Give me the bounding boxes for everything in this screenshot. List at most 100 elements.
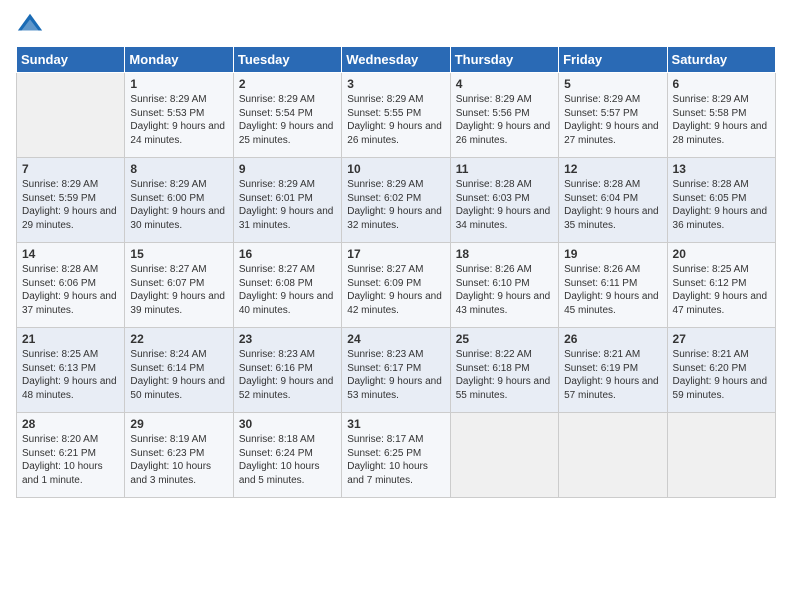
day-info: Sunrise: 8:18 AMSunset: 6:24 PMDaylight:…	[239, 433, 336, 487]
day-cell: 27 Sunrise: 8:21 AMSunset: 6:20 PMDayligh…	[667, 328, 775, 413]
day-info: Sunrise: 8:23 AMSunset: 6:17 PMDaylight:…	[347, 348, 444, 402]
day-cell: 1 Sunrise: 8:29 AMSunset: 5:53 PMDaylight…	[125, 73, 233, 158]
day-number: 24	[347, 332, 444, 346]
day-cell: 13Sunrise: 8:28 AMSunset: 6:05 PMDayligh…	[667, 158, 775, 243]
day-number: 7	[22, 162, 119, 176]
day-cell: 11Sunrise: 8:28 AMSunset: 6:03 PMDayligh…	[450, 158, 558, 243]
day-number: 30	[239, 417, 336, 431]
day-number: 2	[239, 77, 336, 91]
day-cell: 19 Sunrise: 8:26 AMSunset: 6:11 PMDayligh…	[559, 243, 667, 328]
day-number: 21	[22, 332, 119, 346]
day-number: 18	[456, 247, 553, 261]
logo	[16, 10, 48, 38]
day-info: Sunrise: 8:26 AMSunset: 6:11 PMDaylight:…	[564, 263, 661, 317]
day-number: 12	[564, 162, 661, 176]
day-cell: 23 Sunrise: 8:23 AMSunset: 6:16 PMDayligh…	[233, 328, 341, 413]
calendar-table: SundayMondayTuesdayWednesdayThursdayFrid…	[16, 46, 776, 498]
day-number: 10	[347, 162, 444, 176]
day-number: 31	[347, 417, 444, 431]
day-info: Sunrise: 8:27 AMSunset: 6:09 PMDaylight:…	[347, 263, 444, 317]
day-cell: 24 Sunrise: 8:23 AMSunset: 6:17 PMDayligh…	[342, 328, 450, 413]
day-cell: 28 Sunrise: 8:20 AMSunset: 6:21 PMDayligh…	[17, 413, 125, 498]
day-number: 17	[347, 247, 444, 261]
day-cell: 29 Sunrise: 8:19 AMSunset: 6:23 PMDayligh…	[125, 413, 233, 498]
weekday-header-saturday: Saturday	[667, 47, 775, 73]
day-info: Sunrise: 8:21 AMSunset: 6:19 PMDaylight:…	[564, 348, 661, 402]
day-number: 28	[22, 417, 119, 431]
day-info: Sunrise: 8:29 AMSunset: 5:56 PMDaylight:…	[456, 93, 553, 147]
day-cell: 20 Sunrise: 8:25 AMSunset: 6:12 PMDayligh…	[667, 243, 775, 328]
day-number: 25	[456, 332, 553, 346]
weekday-header-monday: Monday	[125, 47, 233, 73]
day-info: Sunrise: 8:29 AMSunset: 5:55 PMDaylight:…	[347, 93, 444, 147]
week-row-3: 14 Sunrise: 8:28 AMSunset: 6:06 PMDayligh…	[17, 243, 776, 328]
day-cell: 30 Sunrise: 8:18 AMSunset: 6:24 PMDayligh…	[233, 413, 341, 498]
day-cell: 8 Sunrise: 8:29 AMSunset: 6:00 PMDaylight…	[125, 158, 233, 243]
day-number: 22	[130, 332, 227, 346]
day-info: Sunrise: 8:28 AMSunset: 6:05 PMDaylight:…	[673, 178, 770, 232]
day-info: Sunrise: 8:27 AMSunset: 6:08 PMDaylight:…	[239, 263, 336, 317]
week-row-2: 7 Sunrise: 8:29 AMSunset: 5:59 PMDaylight…	[17, 158, 776, 243]
day-cell: 21Sunrise: 8:25 AMSunset: 6:13 PMDayligh…	[17, 328, 125, 413]
day-cell	[450, 413, 558, 498]
weekday-header-friday: Friday	[559, 47, 667, 73]
day-number: 5	[564, 77, 661, 91]
day-info: Sunrise: 8:29 AMSunset: 6:01 PMDaylight:…	[239, 178, 336, 232]
day-cell: 2 Sunrise: 8:29 AMSunset: 5:54 PMDaylight…	[233, 73, 341, 158]
day-number: 27	[673, 332, 770, 346]
day-cell	[667, 413, 775, 498]
day-info: Sunrise: 8:29 AMSunset: 5:57 PMDaylight:…	[564, 93, 661, 147]
day-info: Sunrise: 8:28 AMSunset: 6:04 PMDaylight:…	[564, 178, 661, 232]
day-cell	[17, 73, 125, 158]
day-info: Sunrise: 8:23 AMSunset: 6:16 PMDaylight:…	[239, 348, 336, 402]
day-number: 14	[22, 247, 119, 261]
day-info: Sunrise: 8:20 AMSunset: 6:21 PMDaylight:…	[22, 433, 119, 487]
day-number: 4	[456, 77, 553, 91]
day-info: Sunrise: 8:26 AMSunset: 6:10 PMDaylight:…	[456, 263, 553, 317]
day-number: 16	[239, 247, 336, 261]
day-cell: 3 Sunrise: 8:29 AMSunset: 5:55 PMDaylight…	[342, 73, 450, 158]
day-number: 1	[130, 77, 227, 91]
day-info: Sunrise: 8:29 AMSunset: 5:59 PMDaylight:…	[22, 178, 119, 232]
day-info: Sunrise: 8:28 AMSunset: 6:06 PMDaylight:…	[22, 263, 119, 317]
day-info: Sunrise: 8:29 AMSunset: 5:58 PMDaylight:…	[673, 93, 770, 147]
day-info: Sunrise: 8:22 AMSunset: 6:18 PMDaylight:…	[456, 348, 553, 402]
weekday-header-wednesday: Wednesday	[342, 47, 450, 73]
day-number: 19	[564, 247, 661, 261]
day-info: Sunrise: 8:29 AMSunset: 6:00 PMDaylight:…	[130, 178, 227, 232]
day-info: Sunrise: 8:21 AMSunset: 6:20 PMDaylight:…	[673, 348, 770, 402]
day-info: Sunrise: 8:29 AMSunset: 6:02 PMDaylight:…	[347, 178, 444, 232]
day-number: 29	[130, 417, 227, 431]
day-cell: 31Sunrise: 8:17 AMSunset: 6:25 PMDayligh…	[342, 413, 450, 498]
day-cell: 16 Sunrise: 8:27 AMSunset: 6:08 PMDayligh…	[233, 243, 341, 328]
week-row-1: 1 Sunrise: 8:29 AMSunset: 5:53 PMDaylight…	[17, 73, 776, 158]
day-info: Sunrise: 8:29 AMSunset: 5:53 PMDaylight:…	[130, 93, 227, 147]
day-info: Sunrise: 8:19 AMSunset: 6:23 PMDaylight:…	[130, 433, 227, 487]
day-cell	[559, 413, 667, 498]
day-cell: 22 Sunrise: 8:24 AMSunset: 6:14 PMDayligh…	[125, 328, 233, 413]
weekday-header-sunday: Sunday	[17, 47, 125, 73]
day-info: Sunrise: 8:24 AMSunset: 6:14 PMDaylight:…	[130, 348, 227, 402]
day-number: 3	[347, 77, 444, 91]
day-cell: 6 Sunrise: 8:29 AMSunset: 5:58 PMDaylight…	[667, 73, 775, 158]
weekday-header-tuesday: Tuesday	[233, 47, 341, 73]
logo-icon	[16, 10, 44, 38]
day-cell: 15 Sunrise: 8:27 AMSunset: 6:07 PMDayligh…	[125, 243, 233, 328]
day-info: Sunrise: 8:29 AMSunset: 5:54 PMDaylight:…	[239, 93, 336, 147]
page-header	[16, 10, 776, 38]
day-number: 20	[673, 247, 770, 261]
day-info: Sunrise: 8:28 AMSunset: 6:03 PMDaylight:…	[456, 178, 553, 232]
weekday-header-thursday: Thursday	[450, 47, 558, 73]
day-info: Sunrise: 8:25 AMSunset: 6:12 PMDaylight:…	[673, 263, 770, 317]
day-cell: 14 Sunrise: 8:28 AMSunset: 6:06 PMDayligh…	[17, 243, 125, 328]
day-cell: 9Sunrise: 8:29 AMSunset: 6:01 PMDaylight…	[233, 158, 341, 243]
day-info: Sunrise: 8:27 AMSunset: 6:07 PMDaylight:…	[130, 263, 227, 317]
day-number: 15	[130, 247, 227, 261]
day-cell: 5 Sunrise: 8:29 AMSunset: 5:57 PMDaylight…	[559, 73, 667, 158]
day-number: 8	[130, 162, 227, 176]
day-number: 26	[564, 332, 661, 346]
day-number: 6	[673, 77, 770, 91]
day-cell: 7 Sunrise: 8:29 AMSunset: 5:59 PMDaylight…	[17, 158, 125, 243]
day-number: 23	[239, 332, 336, 346]
day-cell: 26 Sunrise: 8:21 AMSunset: 6:19 PMDayligh…	[559, 328, 667, 413]
